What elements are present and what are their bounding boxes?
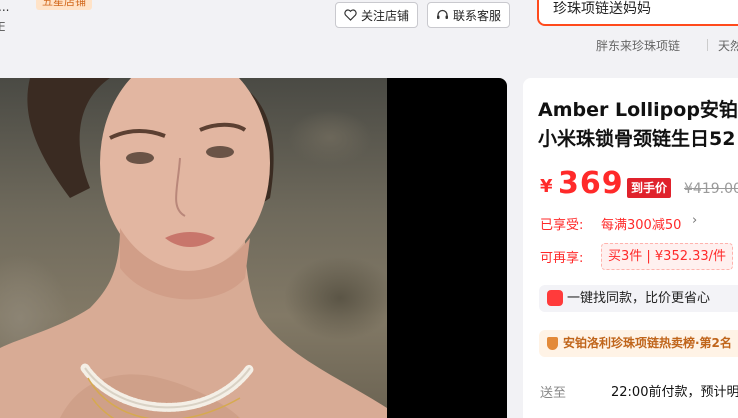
- contact-service-button[interactable]: 联系客服: [427, 2, 511, 28]
- product-photo[interactable]: [0, 78, 387, 418]
- final-price: 369: [558, 166, 624, 201]
- follow-store-label: 关注店铺: [361, 8, 410, 23]
- product-title-line: 小米珠锁骨颈链生日52: [538, 128, 736, 150]
- original-price: ¥419.00: [684, 181, 738, 197]
- promo-enjoyed-link[interactable]: 每满300减50: [601, 214, 681, 233]
- shield-icon: [547, 337, 558, 350]
- product-title-line: Amber Lollipop安铂洛: [538, 99, 738, 121]
- heart-icon: [344, 9, 357, 21]
- store-subtitle: E: [0, 20, 6, 34]
- currency-symbol: ¥: [540, 176, 553, 197]
- find-same-icon: [547, 290, 563, 306]
- search-input[interactable]: 珍珠项链送妈妈: [537, 0, 738, 26]
- ranking-label: 安铂洛利珍珠项链热卖榜·第2名: [563, 336, 732, 350]
- find-same-label: 一键找同款，比价更省心: [567, 291, 711, 306]
- hot-search-divider: [707, 39, 708, 51]
- model-illustration: [0, 78, 387, 418]
- contact-service-label: 联系客服: [453, 8, 502, 23]
- multi-buy-offer[interactable]: 买3件 | ¥352.33/件: [601, 243, 734, 270]
- delivery-estimate[interactable]: 22:00前付款，预计明: [611, 381, 738, 400]
- product-gallery[interactable]: [0, 78, 507, 418]
- hot-search-link[interactable]: 天然: [718, 37, 738, 54]
- final-price-tag: 到手价: [627, 178, 672, 198]
- store-rating-badge: 五星店铺: [36, 0, 92, 10]
- hot-search-link[interactable]: 胖东来珍珠项链: [596, 37, 680, 54]
- promo-enjoyed-label: 已享受:: [540, 218, 584, 233]
- chevron-right-icon[interactable]: ›: [692, 213, 697, 228]
- follow-store-button[interactable]: 关注店铺: [335, 2, 419, 28]
- product-title: Amber Lollipop安铂洛 小米珠锁骨颈链生日52: [538, 96, 738, 154]
- headset-icon: [437, 9, 448, 19]
- promo-more-label: 可再享:: [540, 251, 584, 266]
- find-same-item-bar[interactable]: 一键找同款，比价更省心: [539, 285, 738, 312]
- ranking-bar[interactable]: 安铂洛利珍珠项链热卖榜·第2名: [539, 330, 738, 357]
- ship-to-label: 送至: [540, 386, 567, 401]
- store-name[interactable]: ...: [0, 0, 9, 14]
